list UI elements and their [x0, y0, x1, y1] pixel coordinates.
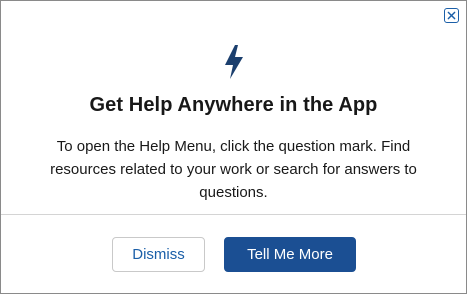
lightning-bolt-icon: [223, 44, 245, 80]
close-button[interactable]: [444, 8, 459, 23]
dialog-title: Get Help Anywhere in the App: [89, 94, 378, 116]
footer-divider: [1, 214, 466, 215]
tell-me-more-button[interactable]: Tell Me More: [224, 237, 356, 272]
dismiss-button[interactable]: Dismiss: [112, 237, 205, 272]
dialog-description: To open the Help Menu, click the questio…: [50, 138, 417, 201]
close-icon: [447, 11, 456, 20]
help-dialog: Get Help Anywhere in the App To open the…: [0, 0, 467, 294]
